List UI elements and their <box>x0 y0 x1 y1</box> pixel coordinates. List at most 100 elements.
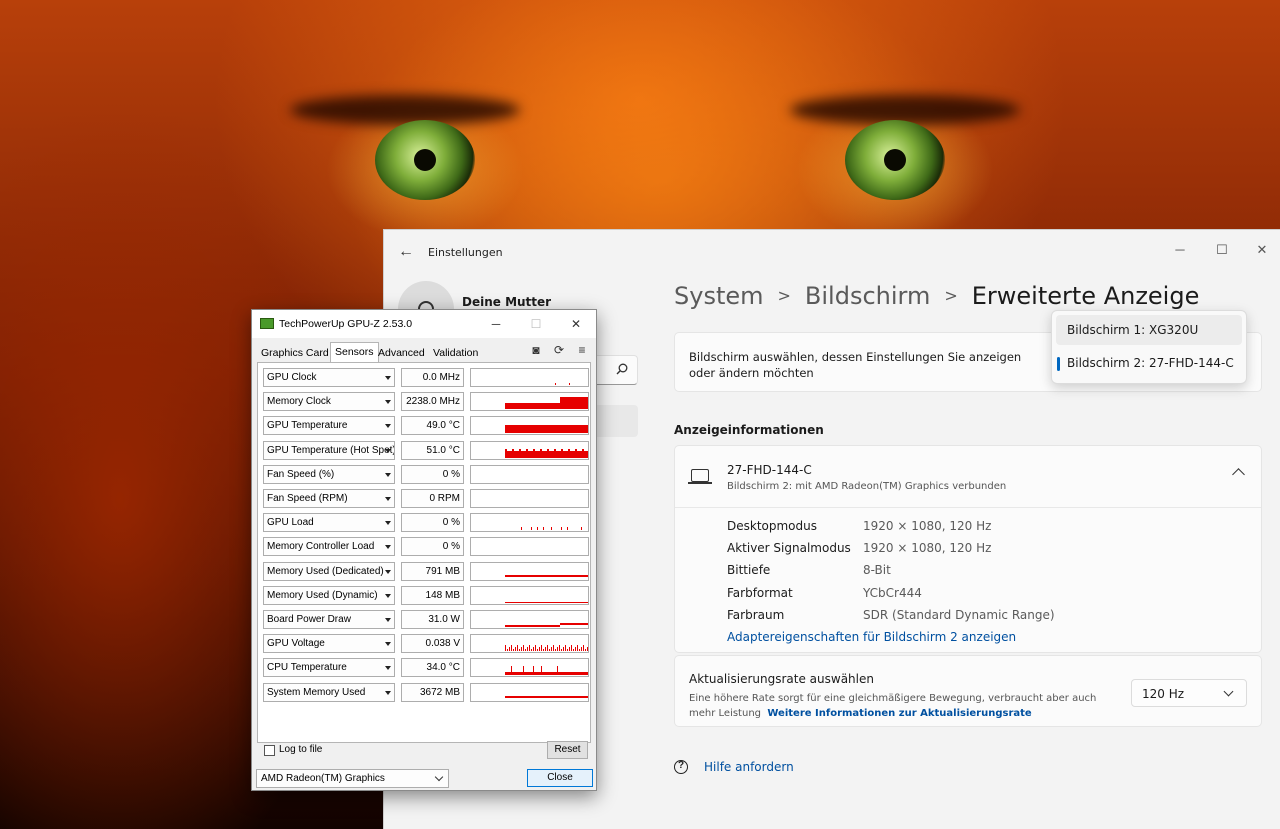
adapter-properties-link[interactable]: Adaptereigenschaften für Bildschirm 2 an… <box>727 630 1016 644</box>
sensor-graph <box>470 537 589 557</box>
sensor-graph <box>470 682 589 702</box>
settings-titlebar: ← Einstellungen ─ ☐ ✕ <box>384 230 1280 274</box>
sensor-value: 0 % <box>401 513 464 533</box>
refresh-icon[interactable]: ⟳ <box>551 342 567 358</box>
dropdown-arrow-icon <box>385 448 391 453</box>
tab-advanced[interactable]: Advanced <box>374 344 429 362</box>
tab-graphics-card[interactable]: Graphics Card <box>257 344 333 362</box>
display-info-card: 27-FHD-144-C Bildschirm 2: mit AMD Radeo… <box>674 445 1262 653</box>
sensor-value: 148 MB <box>401 585 464 605</box>
dropdown-arrow-icon <box>385 545 391 550</box>
sensor-name-select[interactable]: GPU Temperature (Hot Spot) <box>263 440 395 460</box>
sensor-graph <box>470 610 589 629</box>
selection-indicator <box>1057 357 1060 371</box>
dropdown-arrow-icon <box>385 690 391 695</box>
sensors-panel: GPU Clock 0.0 MHz Memory Clock 2238.0 MHz GP… <box>257 362 591 743</box>
sensor-graph <box>470 561 589 581</box>
sensor-name-select[interactable]: CPU Temperature <box>263 658 395 678</box>
dropdown-arrow-icon <box>385 376 391 380</box>
sensor-value: 791 MB <box>401 561 464 581</box>
sensor-name-select[interactable]: Memory Used (Dynamic) <box>263 585 395 605</box>
close-button[interactable]: ✕ <box>1242 236 1280 264</box>
sensor-row: Fan Speed (%) 0 % <box>263 464 589 485</box>
sensor-value: 0 % <box>401 464 464 484</box>
sensor-name-select[interactable]: Memory Used (Dedicated) <box>263 561 395 581</box>
sensor-row: Memory Used (Dynamic) 148 MB <box>263 585 589 606</box>
sensor-value: 31.0 W <box>401 610 464 629</box>
back-arrow-icon[interactable]: ← <box>398 244 414 260</box>
gpuz-window: TechPowerUp GPU-Z 2.53.0 ─ ☐ ✕ Graphics … <box>251 309 597 791</box>
menu-icon[interactable]: ≡ <box>574 342 590 358</box>
sensor-value: 51.0 °C <box>401 440 464 460</box>
breadcrumb-system[interactable]: System <box>674 282 764 310</box>
sensor-row: GPU Clock 0.0 MHz <box>263 368 589 388</box>
display-info-header[interactable]: 27-FHD-144-C Bildschirm 2: mit AMD Radeo… <box>675 446 1261 508</box>
settings-app-title: Einstellungen <box>428 246 503 259</box>
gpuz-minimize-button[interactable]: ─ <box>481 314 511 334</box>
sensor-row: GPU Temperature 49.0 °C <box>263 416 589 436</box>
get-help-link[interactable]: Hilfe anfordern <box>704 760 794 774</box>
close-gpuz-button[interactable]: Close <box>527 769 593 787</box>
sensor-row: Memory Clock 2238.0 MHz <box>263 392 589 412</box>
sensor-graph <box>470 464 589 484</box>
refresh-rate-select[interactable]: 120 Hz <box>1131 679 1247 707</box>
reset-button[interactable]: Reset <box>547 741 588 759</box>
monitor-option-2[interactable]: Bildschirm 2: 27-FHD-144-C <box>1056 348 1242 378</box>
monitor-option-1[interactable]: Bildschirm 1: XG320U <box>1056 315 1242 345</box>
sensor-graph <box>470 634 589 654</box>
sensor-name-select[interactable]: GPU Temperature <box>263 416 395 436</box>
minimize-button[interactable]: ─ <box>1160 236 1200 264</box>
gpuz-title: TechPowerUp GPU-Z 2.53.0 <box>279 318 413 330</box>
sensor-row: Memory Used (Dedicated) 791 MB <box>263 561 589 582</box>
sensor-row: System Memory Used 3672 MB <box>263 682 589 703</box>
breadcrumb: System > Bildschirm > Erweiterte Anzeige <box>674 282 1199 310</box>
sensor-row: Fan Speed (RPM) 0 RPM <box>263 489 589 509</box>
sensor-name-select[interactable]: Fan Speed (RPM) <box>263 489 395 508</box>
log-to-file-label: Log to file <box>279 744 323 755</box>
gpuz-titlebar: TechPowerUp GPU-Z 2.53.0 ─ ☐ ✕ <box>252 310 596 338</box>
device-select[interactable]: AMD Radeon(TM) Graphics <box>256 769 449 788</box>
dropdown-arrow-icon <box>385 569 391 574</box>
gpuz-close-button[interactable]: ✕ <box>561 314 591 334</box>
sensor-name-select[interactable]: Memory Clock <box>263 392 395 412</box>
gpuz-maximize-button[interactable]: ☐ <box>521 314 551 334</box>
sensor-name-select[interactable]: Fan Speed (%) <box>263 464 395 484</box>
sensor-graph <box>470 585 589 605</box>
search-icon <box>616 363 628 375</box>
sensor-graph <box>470 416 589 436</box>
sensor-row: Memory Controller Load 0 % <box>263 537 589 557</box>
device-select-value: AMD Radeon(TM) Graphics <box>261 773 385 784</box>
sensor-name-select[interactable]: Board Power Draw <box>263 610 395 629</box>
sensor-value: 0.0 MHz <box>401 368 464 387</box>
sensor-row: Board Power Draw 31.0 W <box>263 610 589 630</box>
sensor-name-select[interactable]: GPU Clock <box>263 368 395 387</box>
log-to-file-checkbox[interactable] <box>264 745 275 756</box>
page-title: Erweiterte Anzeige <box>971 282 1200 310</box>
dropdown-arrow-icon <box>385 400 391 405</box>
tab-sensors[interactable]: Sensors <box>330 342 379 363</box>
maximize-button[interactable]: ☐ <box>1202 236 1242 264</box>
sensor-value: 0 % <box>401 537 464 557</box>
sensor-graph <box>470 368 589 387</box>
refresh-rate-info-link[interactable]: Weitere Informationen zur Aktualisierung… <box>767 708 1031 719</box>
sensor-value: 3672 MB <box>401 682 464 702</box>
dropdown-arrow-icon <box>385 642 391 647</box>
dropdown-arrow-icon <box>385 618 391 622</box>
tab-validation[interactable]: Validation <box>429 344 482 362</box>
sensor-name-select[interactable]: GPU Voltage <box>263 634 395 654</box>
dropdown-arrow-icon <box>385 424 391 429</box>
sensor-name-select[interactable]: GPU Load <box>263 513 395 533</box>
chevron-down-icon <box>1223 686 1234 697</box>
sensor-value: 49.0 °C <box>401 416 464 436</box>
sensor-value: 2238.0 MHz <box>401 392 464 412</box>
monitor-icon <box>688 469 712 484</box>
sensor-name-select[interactable]: Memory Controller Load <box>263 537 395 557</box>
monitor-select-description: Bildschirm auswählen, dessen Einstellung… <box>689 350 1022 380</box>
section-title-display-info: Anzeigeinformationen <box>674 423 824 437</box>
camera-icon[interactable]: ◙ <box>528 342 544 358</box>
breadcrumb-display[interactable]: Bildschirm <box>805 282 930 310</box>
sensor-name-select[interactable]: System Memory Used <box>263 682 395 702</box>
dropdown-arrow-icon <box>385 593 391 598</box>
sensor-row: CPU Temperature 34.0 °C <box>263 658 589 678</box>
chevron-up-icon[interactable] <box>1232 468 1245 481</box>
